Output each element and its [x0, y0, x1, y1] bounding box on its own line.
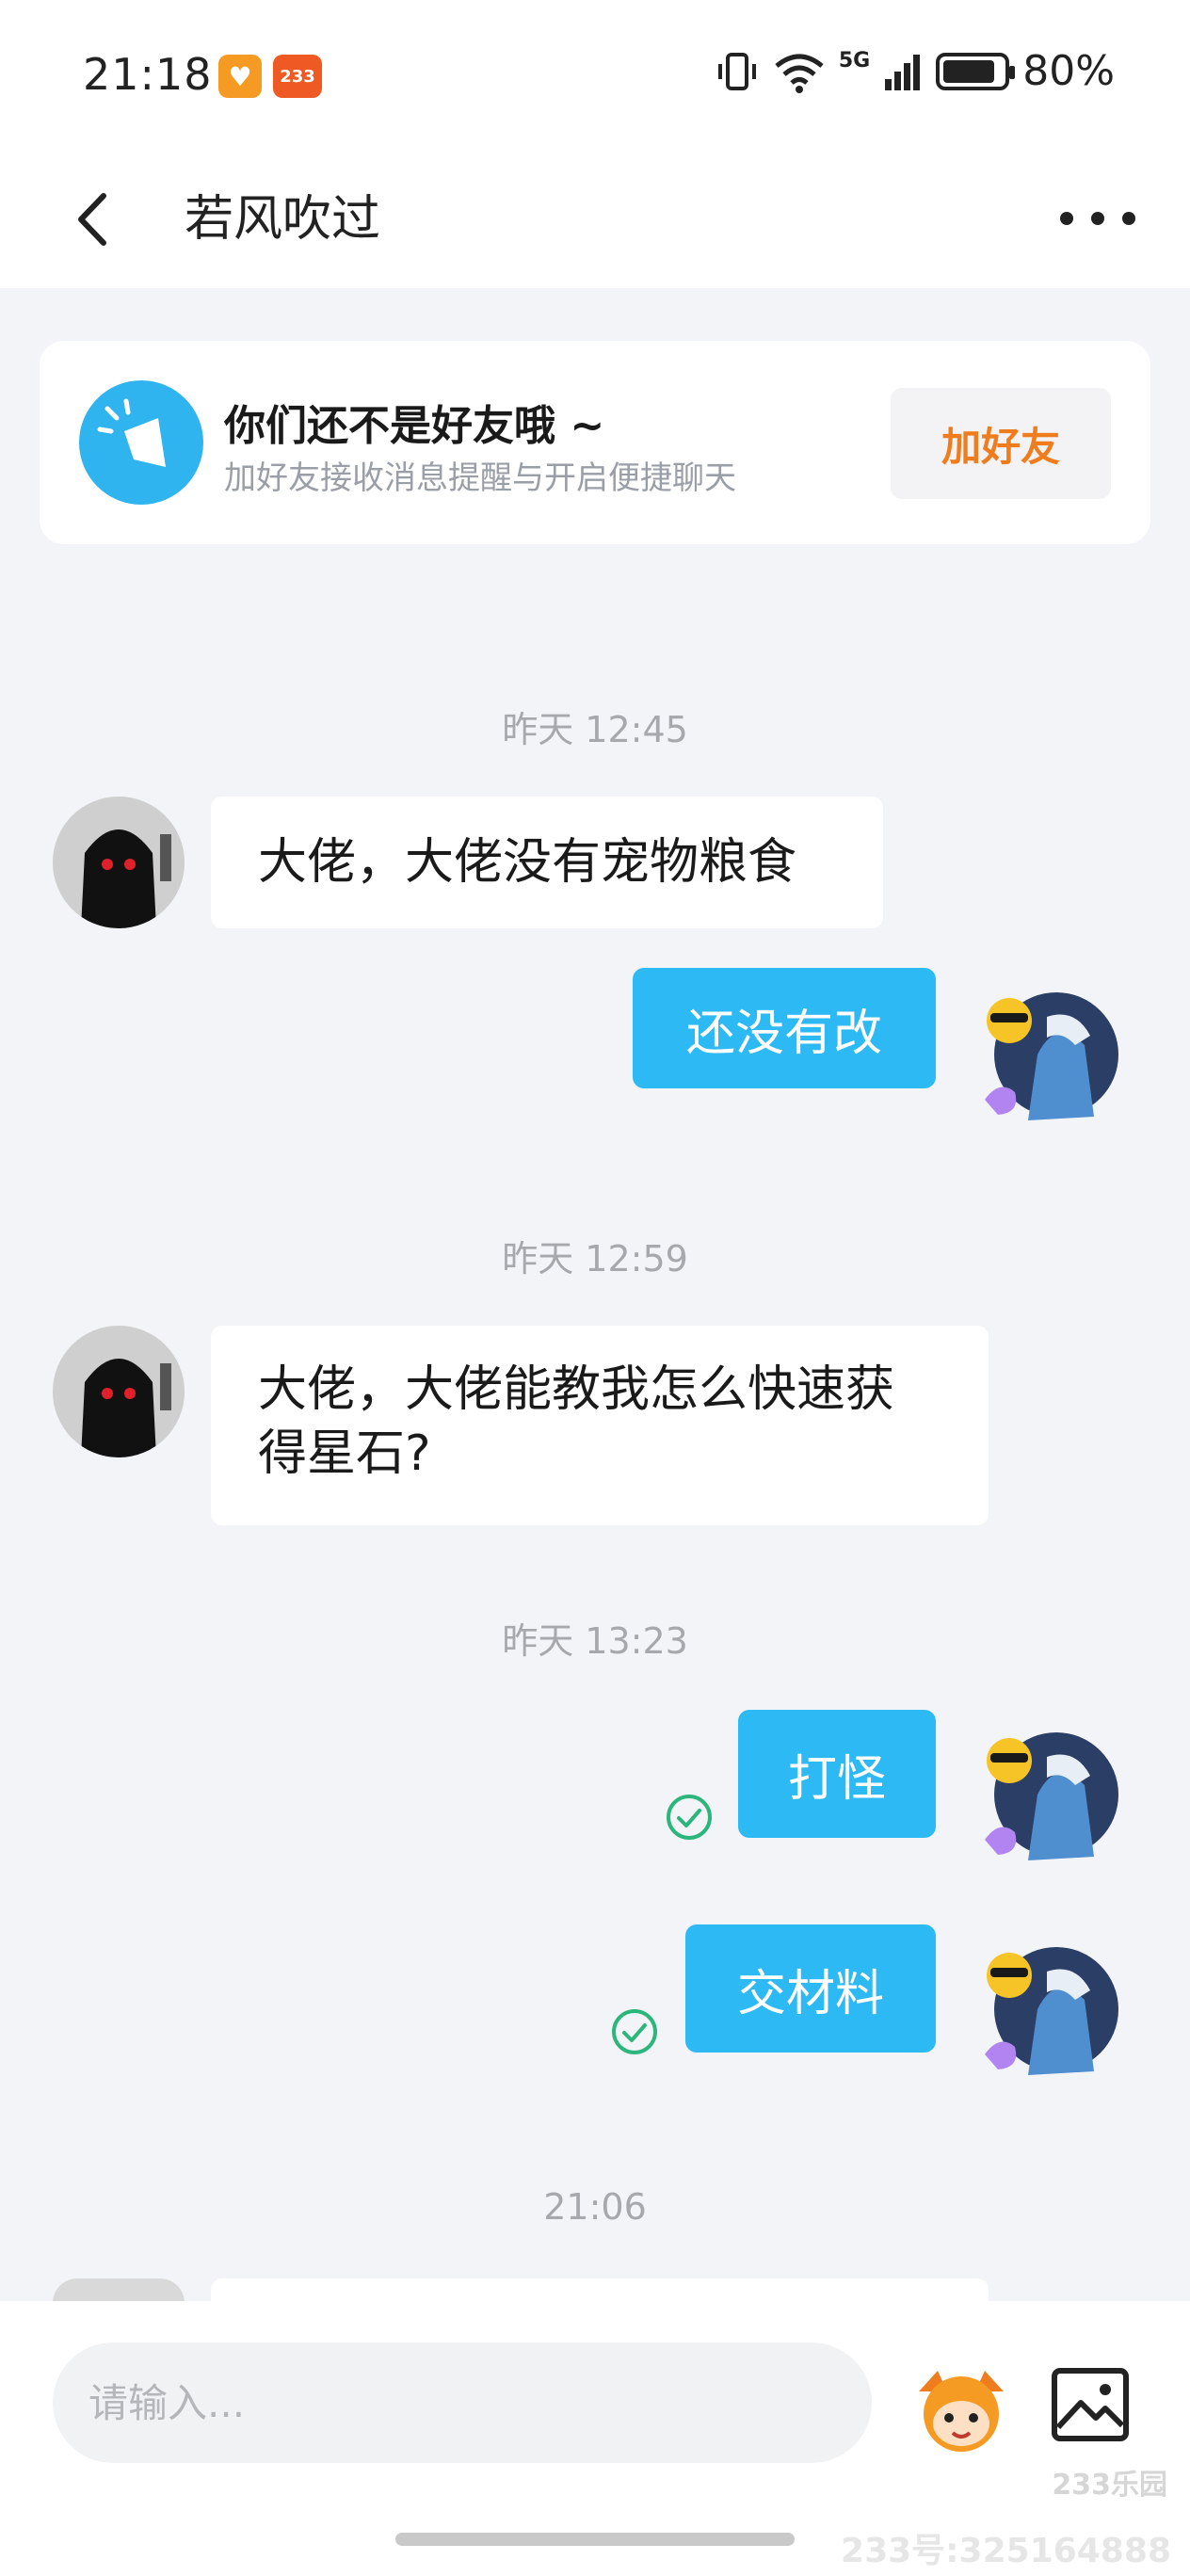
- home-indicator[interactable]: [395, 2533, 795, 2546]
- status-icons: 5G 80%: [715, 47, 1115, 95]
- message-bubble-outgoing: 打怪: [738, 1710, 936, 1838]
- contact-avatar[interactable]: [53, 797, 185, 928]
- megaphone-icon: [79, 380, 203, 505]
- signal-icon: [885, 54, 921, 90]
- message-input[interactable]: [53, 2343, 872, 2463]
- mascot-icon[interactable]: [909, 2363, 1013, 2454]
- check-circle-icon: [612, 2009, 657, 2054]
- chat-header: 若风吹过: [0, 151, 1190, 288]
- message-bubble-outgoing: 还没有改: [633, 968, 936, 1088]
- message-timestamp: 昨天 12:45: [502, 709, 688, 750]
- my-avatar[interactable]: [981, 989, 1118, 1126]
- watermark-logo: 233乐园: [1052, 2469, 1167, 2502]
- friend-card-title: 你们还不是好友哦 ~: [224, 402, 605, 450]
- friend-card-subtitle: 加好友接收消息提醒与开启便捷聊天: [224, 459, 736, 497]
- watermark-id: 233号:325164888: [841, 2532, 1171, 2570]
- status-bar: 21:18 ♥ 233 5G 80%: [0, 0, 1190, 151]
- vibrate-icon: [717, 52, 756, 90]
- message-timestamp: 昨天 13:23: [502, 1620, 688, 1662]
- network-type: 5G: [838, 49, 871, 72]
- message-bubble-incoming: 大佬，大佬能教我怎么快速获得星石?: [211, 1326, 989, 1525]
- image-icon[interactable]: [1051, 2367, 1130, 2442]
- input-bar: 233乐园 233号:325164888: [0, 2301, 1190, 2576]
- contact-avatar[interactable]: [53, 2278, 185, 2303]
- add-friend-card: 你们还不是好友哦 ~ 加好友接收消息提醒与开启便捷聊天 加好友: [40, 341, 1150, 544]
- status-time: 21:18: [83, 49, 213, 100]
- wifi-icon: [775, 54, 824, 93]
- chat-title: 若风吹过: [185, 191, 381, 248]
- more-icon[interactable]: [1060, 196, 1135, 241]
- check-circle-icon: [667, 1795, 712, 1840]
- health-app-icon: ♥: [218, 55, 262, 98]
- contact-avatar[interactable]: [53, 1326, 185, 1457]
- message-timestamp: 21:06: [543, 2186, 647, 2228]
- message-bubble-incoming: [211, 2278, 989, 2303]
- message-bubble-incoming: 大佬，大佬没有宠物粮食: [211, 797, 883, 928]
- message-timestamp: 昨天 12:59: [502, 1238, 688, 1280]
- my-avatar[interactable]: [981, 1943, 1118, 2081]
- battery-percent: 80%: [1022, 47, 1115, 95]
- back-icon[interactable]: [66, 185, 122, 254]
- my-avatar[interactable]: [981, 1729, 1118, 1866]
- message-bubble-outgoing: 交材料: [685, 1924, 936, 2053]
- battery-icon: [936, 52, 1016, 90]
- app-233-icon: 233: [273, 55, 322, 98]
- add-friend-button[interactable]: 加好友: [891, 388, 1111, 499]
